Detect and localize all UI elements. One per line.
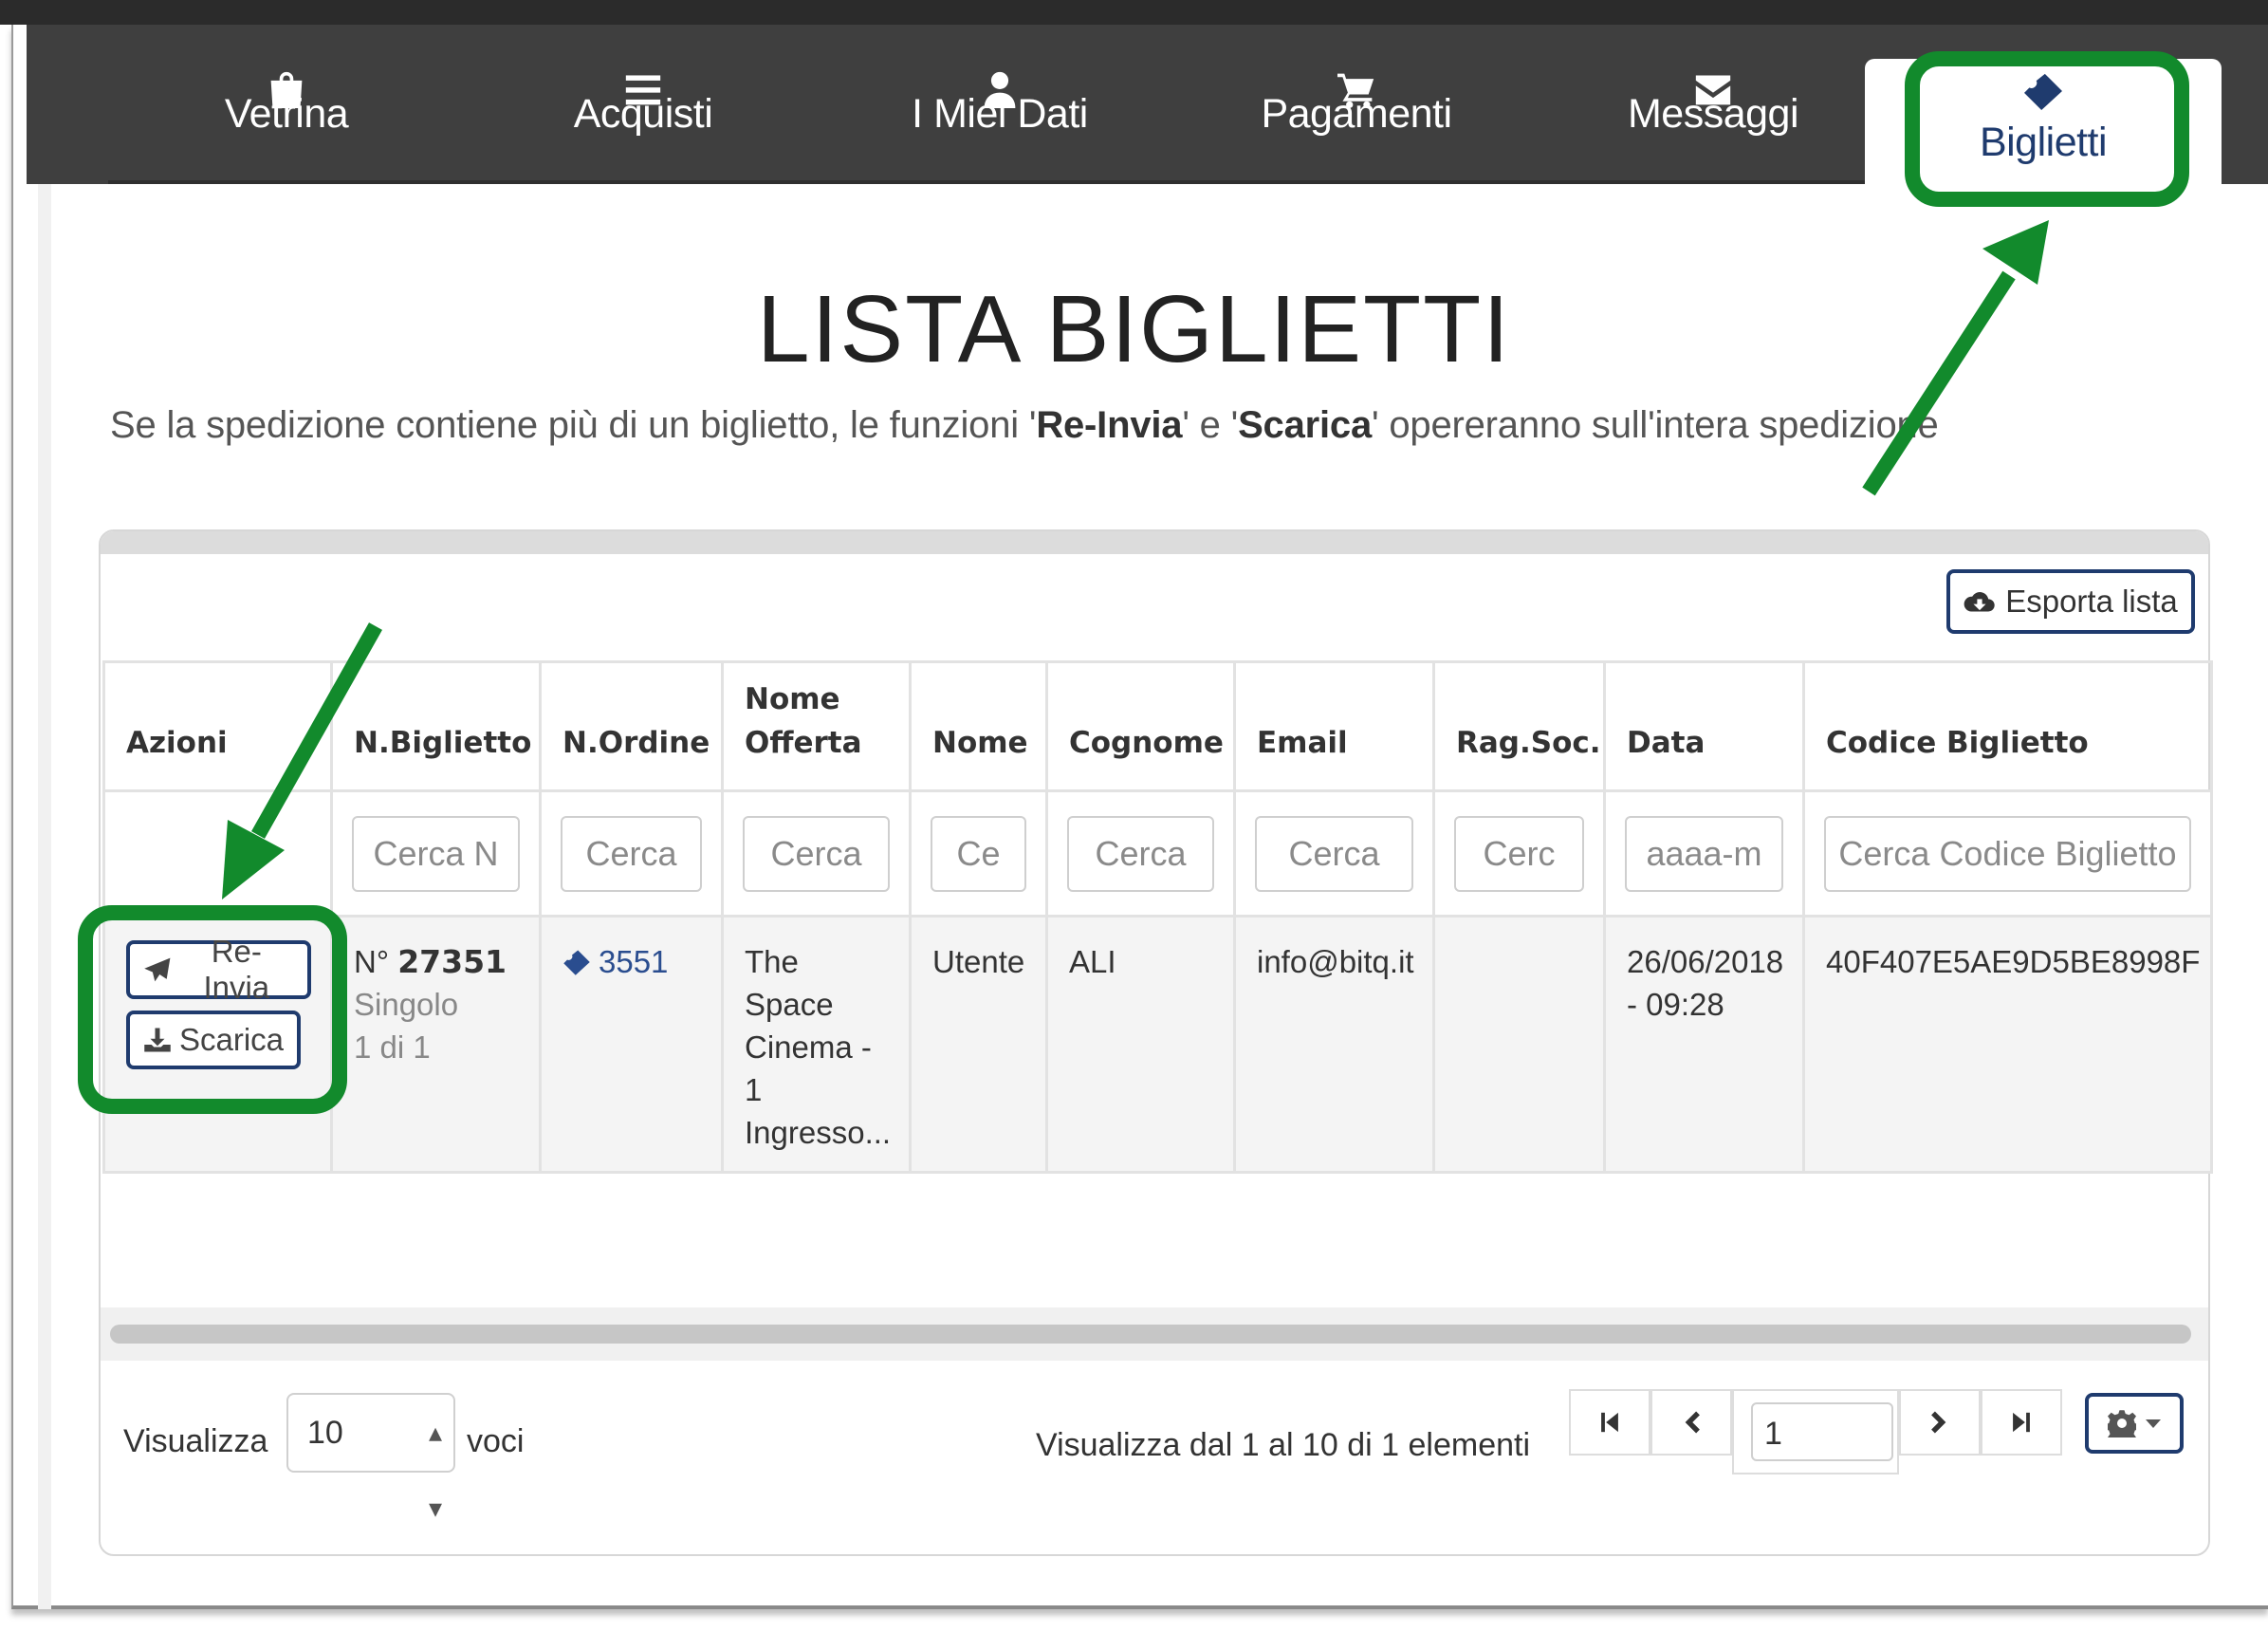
annotation-arrows: [222, 220, 2049, 899]
arrow-to-biglietti-shaft: [1862, 270, 2016, 496]
arrow-to-actions-shaft: [251, 622, 382, 839]
arrow-to-biglietti-head: [1982, 220, 2049, 285]
